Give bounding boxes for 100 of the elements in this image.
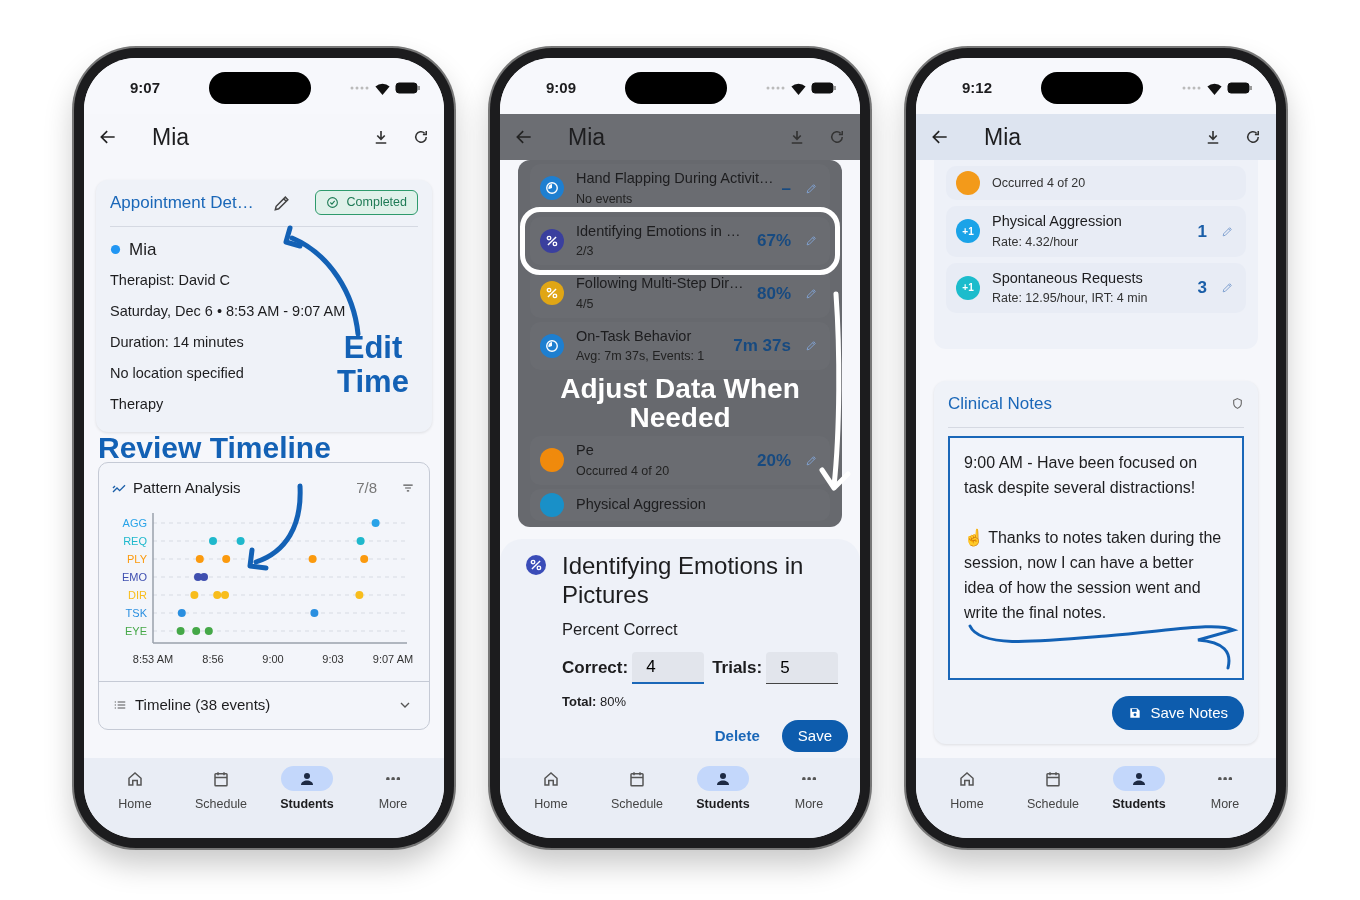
- status-time: 9:07: [130, 77, 162, 98]
- signal-icon: [1182, 86, 1202, 90]
- number-field[interactable]: 5: [766, 652, 839, 684]
- counter-badge: +1: [956, 219, 980, 244]
- detail-text: Duration: 14 minutes: [110, 332, 245, 352]
- timeline-label[interactable]: Timeline (38 events): [135, 694, 271, 717]
- row-value: 3: [1197, 277, 1207, 299]
- save-notes-button[interactable]: Save Notes: [1112, 695, 1244, 730]
- nav-item[interactable]: Schedule: [598, 766, 676, 814]
- detail-text: No location specified: [110, 363, 245, 383]
- tick-label: 9:03: [322, 653, 344, 665]
- pencil-icon: [805, 453, 818, 467]
- save-button[interactable]: Save: [781, 719, 848, 752]
- row-title: Following Multi-Step Dir…: [576, 274, 744, 293]
- row-subtitle: Avg: 7m 37s, Events: 1: [576, 348, 705, 366]
- counter-badge: +1: [956, 275, 980, 300]
- pencil-icon: [1221, 224, 1234, 238]
- card-title: Clinical Notes: [948, 393, 1052, 415]
- row-subtitle: Rate: 4.32/hour: [992, 233, 1080, 251]
- nav-item[interactable]: Students: [684, 766, 762, 814]
- lane-label: DIR: [128, 589, 147, 601]
- screen-title: Mia: [984, 122, 1023, 152]
- status-dot-icon: [110, 244, 121, 255]
- nav-item[interactable]: More: [354, 766, 432, 814]
- home-icon: [542, 769, 560, 788]
- card-title-link[interactable]: Appointment Det…: [110, 190, 254, 216]
- battery-icon: [395, 82, 420, 94]
- nav-item[interactable]: Schedule: [1014, 766, 1092, 814]
- detail-text: Therapist: David C: [110, 270, 232, 290]
- notes-field[interactable]: 9:00 AM - Have been focused on task despite several distractions! ☝ Thanks to notes taken during the session, now I can have a better idea of how the session went and write the final notes.: [948, 435, 1244, 680]
- nav-item[interactable]: More: [1186, 766, 1264, 814]
- badge-label: Completed: [346, 194, 407, 212]
- sheet-title: Identifying Emotions in Pictures: [562, 551, 805, 610]
- row-subtitle: Rate: 12.95/hour, IRT: 4 min: [992, 290, 1148, 308]
- calendar-icon: [628, 769, 646, 788]
- lane-label: AGG: [122, 517, 147, 529]
- nav-item[interactable]: Home: [96, 766, 174, 814]
- nav-item[interactable]: Schedule: [182, 766, 260, 814]
- detail-text: Therapy: [110, 394, 165, 414]
- tick-label: 9:07 AM: [372, 653, 414, 665]
- pencil-icon: [805, 181, 818, 195]
- tick-label: 8:56: [202, 653, 224, 665]
- card-title: Pattern Analysis: [133, 477, 241, 498]
- metric-row[interactable]: +1 Physical Aggression Rate: 4.32/hour 1: [946, 206, 1246, 257]
- field-label: Correct:: [562, 657, 629, 680]
- annotation-heading: Review Timeline: [98, 431, 332, 464]
- signal-icon: [766, 86, 786, 90]
- row-subtitle: 4/5: [576, 295, 595, 313]
- row-title: On-Task Behavior: [576, 326, 693, 346]
- save-icon: [1128, 705, 1143, 720]
- row-subtitle: Occurred 4 of 20: [576, 462, 670, 480]
- row-value: –: [781, 177, 791, 200]
- detail-text: Saturday, Dec 6 • 8:53 AM - 9:07 AM: [110, 301, 347, 321]
- refresh-icon: [1244, 128, 1262, 146]
- nav-item[interactable]: More: [770, 766, 848, 814]
- signal-icon: [350, 86, 370, 90]
- metric-row[interactable]: +1 Spontaneous Requests Rate: 12.95/hour, IRT: 4 min 3: [946, 262, 1246, 313]
- more-icon: [385, 776, 401, 781]
- delete-button[interactable]: Delete: [708, 723, 766, 748]
- pencil-icon: [1221, 281, 1234, 295]
- tick-label: 9:00: [262, 653, 284, 665]
- lane-label: EYE: [125, 625, 147, 637]
- row-subtitle: No events: [576, 190, 634, 208]
- lane-label: REQ: [123, 535, 147, 547]
- status-time: 9:09: [546, 77, 578, 98]
- nav-item[interactable]: Students: [1100, 766, 1178, 814]
- row-value: 7m 37s: [733, 335, 791, 357]
- number-field[interactable]: 4: [632, 652, 705, 684]
- lane-label: PLY: [127, 553, 147, 565]
- tick-label: 8:53 AM: [132, 653, 174, 665]
- nav-item[interactable]: Home: [928, 766, 1006, 814]
- row-subtitle: Occurred 4 of 20: [992, 174, 1086, 192]
- row-title: Spontaneous Requests: [992, 268, 1144, 288]
- sheet-subtitle: Percent Correct: [562, 619, 679, 641]
- lane-label: TSK: [125, 607, 147, 619]
- row-value: 20%: [756, 449, 791, 472]
- home-icon: [958, 769, 976, 788]
- nav-item[interactable]: Home: [512, 766, 590, 814]
- annotation-text: Adjust Data When Needed: [560, 374, 800, 432]
- screen-title: Mia: [152, 122, 191, 152]
- more-icon: [801, 776, 817, 781]
- student-name: Mia: [129, 238, 157, 261]
- row-title: Pe: [576, 441, 595, 460]
- row-title: Physical Aggression: [992, 212, 1122, 231]
- row-value: 80%: [756, 282, 791, 305]
- nav-item[interactable]: Students: [268, 766, 346, 814]
- pencil-icon: [805, 286, 818, 300]
- metric-row[interactable]: Occurred 4 of 20: [946, 166, 1246, 200]
- calendar-icon: [1044, 769, 1062, 788]
- battery-icon: [1227, 82, 1252, 94]
- refresh-icon: [412, 128, 430, 146]
- total-text: Total: 80%: [562, 693, 628, 711]
- row-subtitle: 2/3: [576, 243, 595, 261]
- row-value: 67%: [756, 230, 791, 252]
- lane-label: EMO: [121, 571, 147, 583]
- screen-title: Mia: [568, 122, 607, 152]
- pencil-icon: [805, 234, 818, 248]
- shield-icon: [1231, 397, 1244, 411]
- check-circle-icon: [325, 196, 339, 210]
- calendar-icon: [212, 769, 230, 788]
